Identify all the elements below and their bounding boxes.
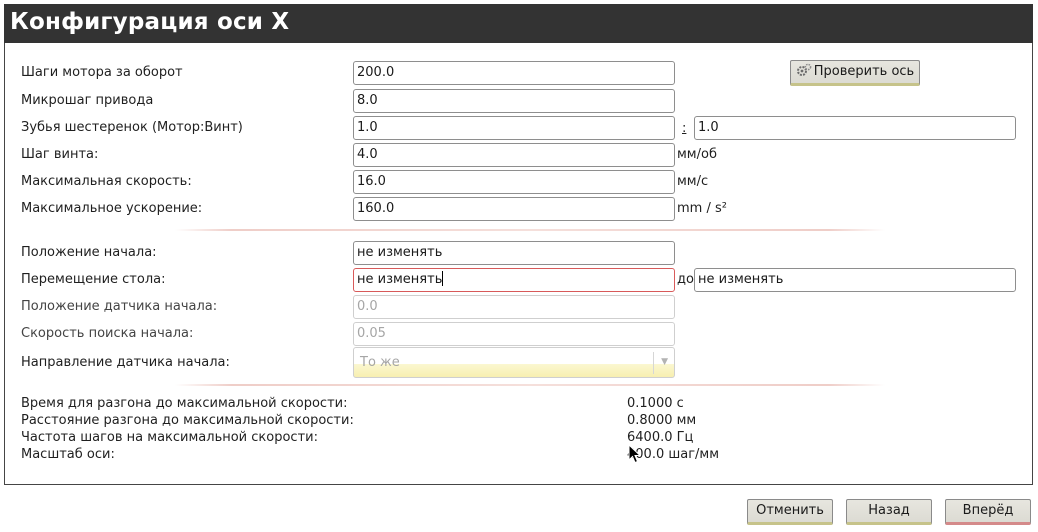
screw-pitch-unit: мм/об: [677, 147, 717, 162]
accel-distance-value: 0.8000 мм: [627, 413, 697, 428]
home-switch-direction-label: Направление датчика начала:: [21, 355, 230, 370]
axis-scale-label: Масштаб оси:: [21, 447, 115, 462]
test-axis-label: Проверить ось: [813, 64, 915, 79]
motor-teeth-input[interactable]: 1.0: [353, 116, 675, 140]
axis-config-panel: Шаги мотора за оборот 200.0 Проверить ос…: [4, 43, 1033, 485]
steps-per-rev-input[interactable]: 200.0: [353, 61, 675, 85]
screw-pitch-input[interactable]: 4.0: [353, 143, 675, 167]
home-position-input[interactable]: не изменять: [353, 241, 675, 265]
home-search-velocity-label: Скорость поиска начала:: [21, 326, 194, 341]
mouse-pointer-icon: [628, 444, 642, 464]
chevron-down-icon: ▼: [661, 357, 668, 367]
steps-per-rev-label: Шаги мотора за оборот: [21, 65, 183, 80]
table-travel-to-input[interactable]: не изменять: [694, 268, 1016, 292]
max-accel-input[interactable]: 160.0: [353, 197, 675, 221]
max-accel-unit: mm / s²: [677, 201, 727, 216]
gear-icon: [796, 63, 812, 76]
gear-ratio-separator: :: [682, 121, 687, 136]
next-button[interactable]: Вперёд: [945, 499, 1031, 525]
microstep-input[interactable]: 8.0: [353, 89, 675, 113]
page-title: Конфигурация оси X: [10, 9, 290, 35]
home-switch-direction-select[interactable]: То же ▼: [353, 347, 675, 378]
home-switch-position-input[interactable]: 0.0: [353, 295, 675, 319]
test-axis-button[interactable]: Проверить ось: [790, 60, 920, 86]
table-travel-from-input[interactable]: не изменять: [353, 268, 675, 292]
screw-teeth-input[interactable]: 1.0: [694, 116, 1016, 140]
step-rate-label: Частота шагов на максимальной скорости:: [21, 430, 318, 445]
table-travel-to-label: до: [677, 272, 694, 287]
home-switch-position-label: Положение датчика начала:: [21, 299, 218, 314]
title-bar: Конфигурация оси X: [4, 4, 1033, 43]
max-velocity-input[interactable]: 16.0: [353, 170, 675, 194]
accel-time-value: 0.1000 с: [627, 396, 684, 411]
microstep-label: Микрошаг привода: [21, 93, 154, 108]
accel-distance-label: Расстояние разгона до максимальной скоро…: [21, 413, 354, 428]
cancel-button[interactable]: Отменить: [747, 499, 833, 525]
gear-teeth-label: Зубья шестеренок (Мотор:Винт): [21, 120, 243, 135]
section-divider: [175, 229, 885, 231]
max-velocity-unit: мм/с: [677, 174, 709, 189]
home-switch-direction-value: То же: [360, 355, 400, 370]
screw-pitch-label: Шаг винта:: [21, 147, 99, 162]
back-button[interactable]: Назад: [846, 499, 932, 525]
accel-time-label: Время для разгона до максимальной скорос…: [21, 396, 348, 411]
max-velocity-label: Максимальная скорость:: [21, 174, 192, 189]
section-divider: [175, 384, 885, 386]
combo-divider: [653, 352, 654, 374]
table-travel-label: Перемещение стола:: [21, 272, 166, 287]
text-cursor: [442, 271, 444, 286]
home-search-velocity-input[interactable]: 0.05: [353, 322, 675, 346]
max-accel-label: Максимальное ускорение:: [21, 201, 203, 216]
home-position-label: Положение начала:: [21, 245, 157, 260]
